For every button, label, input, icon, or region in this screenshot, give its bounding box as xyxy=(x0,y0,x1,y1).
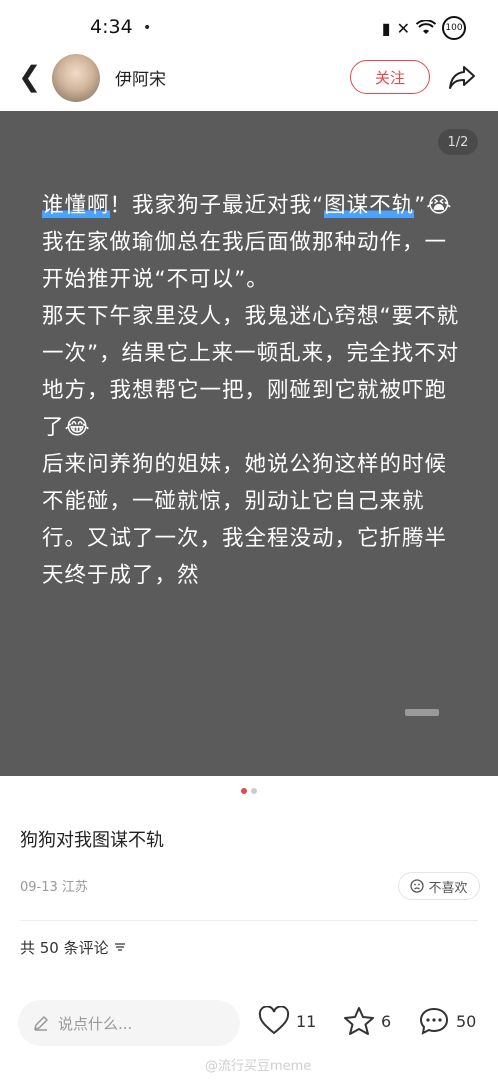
post-image[interactable]: 1/2 谁懂啊！我家狗子最近对我“图谋不轨”😭 我在家做瑜伽总在我后面做那种动作… xyxy=(0,111,498,776)
post-title: 狗狗对我图谋不轨 xyxy=(20,830,164,851)
comments-count[interactable]: 共 50 条评论 xyxy=(20,937,127,958)
battery-icon: 100 xyxy=(442,16,466,40)
post-image-text: 谁懂啊！我家狗子最近对我“图谋不轨”😭 我在家做瑜伽总在我后面做那种动作，一开始… xyxy=(42,187,462,594)
comments-count-label: 共 50 条评论 xyxy=(20,939,109,957)
avatar[interactable] xyxy=(52,54,100,102)
star-count: 6 xyxy=(381,1011,392,1031)
paragraph-1-text: ！我家狗子最近对我“ xyxy=(109,193,325,218)
carousel-dot[interactable] xyxy=(251,788,257,794)
dislike-label: 不喜欢 xyxy=(428,880,468,896)
page-indicator: 1/2 xyxy=(438,129,478,155)
comment-count: 50 xyxy=(456,1011,477,1031)
comment-button[interactable]: 50 xyxy=(418,1006,476,1036)
status-time: 4:34 xyxy=(90,16,133,38)
back-icon[interactable]: ❮ xyxy=(18,60,41,93)
post-paragraph-1: 谁懂啊！我家狗子最近对我“图谋不轨”😭 xyxy=(42,187,462,224)
comment-input[interactable]: 说点什么... xyxy=(18,1000,240,1046)
scroll-indicator xyxy=(405,709,439,716)
post-paragraph-2: 我在家做瑜伽总在我后面做那种动作，一开始推开说“不可以”。 xyxy=(42,230,448,292)
star-button[interactable]: 6 xyxy=(343,1006,391,1036)
divider xyxy=(20,920,478,921)
vibrate-icon: ▮ xyxy=(381,18,391,38)
status-icons: ▮ ✕ 100 xyxy=(382,16,466,40)
share-icon[interactable] xyxy=(447,62,477,92)
heart-icon xyxy=(258,1006,290,1035)
follow-button[interactable]: 关注 xyxy=(350,60,430,94)
watermark: @流行买豆meme xyxy=(205,1059,312,1074)
highlight-text: 谁懂啊 xyxy=(42,193,110,218)
mute-icon: ✕ xyxy=(396,18,410,38)
post-header: ❮ 伊阿宋 关注 xyxy=(0,48,498,110)
author-name[interactable]: 伊阿宋 xyxy=(115,65,166,90)
comment-bubble-icon xyxy=(419,1007,449,1035)
sort-icon xyxy=(115,943,126,951)
pencil-icon xyxy=(33,1015,49,1031)
like-count: 11 xyxy=(296,1011,317,1031)
star-icon xyxy=(344,1007,374,1035)
notification-dot: • xyxy=(143,20,152,36)
post-paragraph-3: 那天下午家里没人，我鬼迷心窍想“要不就一次”，结果它上来一顿乱来，完全找不对地方… xyxy=(42,304,460,440)
like-button[interactable]: 11 xyxy=(258,1006,316,1036)
post-paragraph-4: 后来问养狗的姐妹，她说公狗这样的时候不能碰，一碰就惊，别动让它自己来就行。又试了… xyxy=(42,452,448,588)
paragraph-1-end: ”😭 xyxy=(414,193,453,218)
carousel-dot-active[interactable] xyxy=(241,788,247,794)
wifi-icon xyxy=(416,20,436,34)
carousel-dots xyxy=(0,788,498,794)
highlight-text: 图谋不轨 xyxy=(324,193,415,218)
comment-placeholder: 说点什么... xyxy=(58,1014,133,1033)
post-meta: 09-13 江苏 xyxy=(20,880,88,895)
frown-icon xyxy=(410,879,425,893)
dislike-button[interactable]: 不喜欢 xyxy=(398,872,480,900)
